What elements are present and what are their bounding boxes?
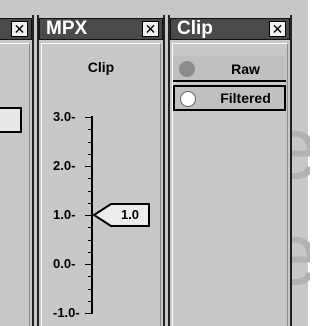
meter-value-pointer[interactable]: 1.0 bbox=[93, 203, 153, 227]
radio-option-filtered[interactable]: Filtered bbox=[173, 85, 286, 111]
minor-tick bbox=[88, 252, 92, 253]
clip-panel-titlebar[interactable]: Clip ✕ bbox=[170, 18, 290, 40]
tick-label: 3.0- bbox=[53, 109, 76, 124]
radio-unselected-icon bbox=[179, 61, 195, 77]
left-panel-button[interactable] bbox=[0, 107, 22, 133]
minor-tick bbox=[88, 276, 92, 277]
divider bbox=[173, 80, 286, 82]
mpx-panel-title: MPX bbox=[46, 18, 88, 39]
minor-tick bbox=[88, 142, 92, 143]
radio-option-label: Raw bbox=[231, 61, 260, 77]
meter-label: Clip bbox=[87, 59, 115, 75]
close-icon[interactable]: ✕ bbox=[11, 21, 28, 37]
minor-tick bbox=[88, 129, 92, 130]
left-panel-titlebar[interactable]: ✕ bbox=[0, 18, 32, 40]
minor-tick bbox=[88, 178, 92, 179]
major-tick bbox=[85, 117, 92, 118]
major-tick bbox=[85, 215, 92, 216]
clip-panel-title: Clip bbox=[177, 18, 213, 39]
tick-label: 1.0- bbox=[53, 207, 76, 222]
clip-panel: Clip ✕ Raw Filtered bbox=[168, 15, 292, 326]
radio-option-raw[interactable]: Raw bbox=[173, 56, 286, 82]
radio-option-label: Filtered bbox=[220, 90, 271, 106]
minor-tick bbox=[88, 227, 92, 228]
minor-tick bbox=[88, 301, 92, 302]
mpx-panel: MPX ✕ Clip 3.0- 2.0- 1.0- 0.0- -1.0- 1.0 bbox=[37, 15, 165, 326]
minor-tick bbox=[88, 154, 92, 155]
left-panel: ✕ bbox=[0, 15, 34, 326]
minor-tick bbox=[88, 289, 92, 290]
radio-selected-icon bbox=[180, 91, 196, 107]
left-panel-body bbox=[0, 43, 30, 326]
mpx-panel-titlebar[interactable]: MPX ✕ bbox=[39, 18, 163, 40]
minor-tick bbox=[88, 191, 92, 192]
major-tick bbox=[85, 264, 92, 265]
minor-tick bbox=[88, 203, 92, 204]
minor-tick bbox=[88, 240, 92, 241]
workspace: e e ✕ MPX ✕ Clip 3.0-2.0-1.0-0.0--1.0- 1… bbox=[0, 0, 310, 326]
close-icon[interactable]: ✕ bbox=[269, 21, 286, 37]
mpx-panel-body bbox=[41, 43, 161, 326]
major-tick bbox=[85, 166, 92, 167]
major-tick bbox=[85, 313, 92, 314]
meter-value-label: 1.0 bbox=[120, 207, 140, 222]
tick-label: 2.0- bbox=[53, 158, 76, 173]
close-icon[interactable]: ✕ bbox=[142, 21, 159, 37]
tick-label: 0.0- bbox=[53, 256, 76, 271]
tick-label: -1.0- bbox=[53, 305, 80, 320]
